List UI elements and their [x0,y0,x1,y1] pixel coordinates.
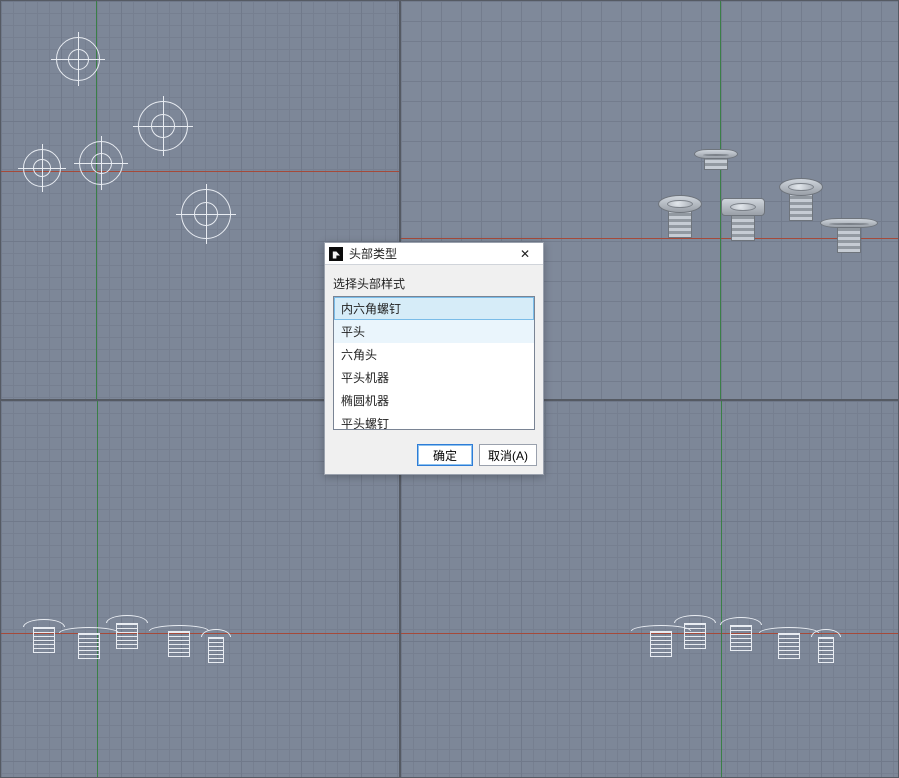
bolt-shaded [658,195,702,238]
head-type-dialog: 头部类型 ✕ 选择头部样式 内六角螺钉 平头 六角头 平头机器 椭圆机器 平头螺… [324,242,544,475]
bolt-wireframe [56,37,100,81]
dialog-body: 选择头部样式 内六角螺钉 平头 六角头 平头机器 椭圆机器 平头螺钉 没有螺栓头… [325,265,543,438]
close-button[interactable]: ✕ [511,244,539,264]
list-item[interactable]: 平头螺钉 [334,412,534,430]
close-icon: ✕ [520,247,530,261]
head-style-listbox[interactable]: 内六角螺钉 平头 六角头 平头机器 椭圆机器 平头螺钉 没有螺栓头部,只有螺纹 [333,296,535,430]
bolt-wireframe [23,149,61,187]
bolt-wireframe [201,629,231,663]
dialog-titlebar[interactable]: 头部类型 ✕ [325,243,543,265]
bolt-wireframe [138,101,188,151]
cancel-button[interactable]: 取消(A) [479,444,537,466]
list-item[interactable]: 椭圆机器 [334,389,534,412]
list-item[interactable]: 六角头 [334,343,534,366]
select-head-style-label: 选择头部样式 [333,275,535,292]
bolt-wireframe [106,615,148,649]
list-item[interactable]: 内六角螺钉 [334,297,534,320]
bolt-shaded [779,178,823,221]
list-item[interactable]: 平头机器 [334,366,534,389]
app-icon [329,247,343,261]
list-item[interactable]: 平头 [334,320,534,343]
bolt-wireframe [759,627,819,659]
bolt-shaded [820,218,878,253]
bolt-wireframe [181,189,231,239]
dialog-title: 头部类型 [349,245,511,262]
bolt-wireframe [149,625,209,657]
axis-y [97,401,98,777]
bolt-wireframe [811,629,841,663]
dialog-button-row: 确定 取消(A) [325,438,543,474]
bolt-wireframe [674,615,716,649]
bolt-wireframe [79,141,123,185]
bolt-wireframe [720,617,762,651]
bolt-shaded [694,149,738,170]
ok-button[interactable]: 确定 [417,444,473,466]
axis-y [721,401,722,777]
bolt-shaded [721,198,765,241]
